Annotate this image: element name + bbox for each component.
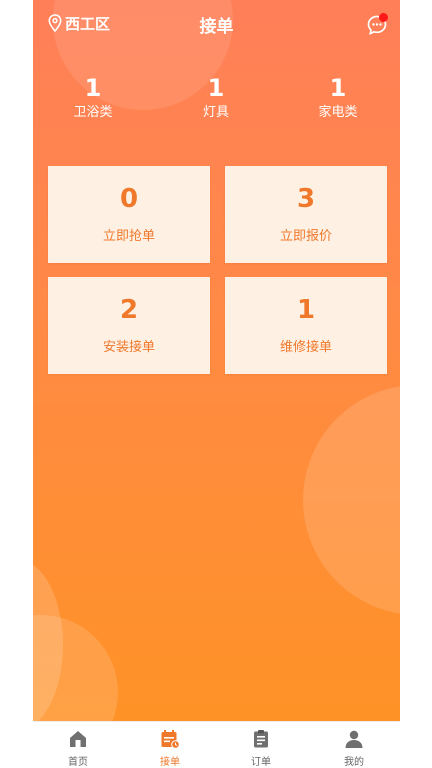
user-icon xyxy=(345,730,363,748)
tab-orders-take[interactable]: 接单 xyxy=(140,728,200,768)
tab-label: 订单 xyxy=(251,757,271,768)
tab-home[interactable]: 首页 xyxy=(48,728,108,768)
notification-dot xyxy=(379,13,388,22)
decor-circle xyxy=(303,385,400,615)
card-count: 0 xyxy=(119,184,139,214)
top-header: 西工区 接单 xyxy=(33,0,400,48)
clipboard-icon xyxy=(254,730,268,748)
page-title: 接单 xyxy=(199,17,234,37)
tab-mine[interactable]: 我的 xyxy=(324,728,384,768)
stat-lighting[interactable]: 1 灯具 xyxy=(171,74,261,122)
home-icon xyxy=(70,731,86,747)
stat-value: 1 xyxy=(84,74,102,102)
card-count: 2 xyxy=(119,295,139,325)
card-count: 3 xyxy=(296,184,316,214)
tab-label: 我的 xyxy=(344,757,364,768)
card-label: 维修接单 xyxy=(279,340,332,355)
card-label: 安装接单 xyxy=(102,340,155,355)
stat-label: 卫浴类 xyxy=(73,105,113,120)
stat-value: 1 xyxy=(207,74,225,102)
card-label: 立即报价 xyxy=(279,229,332,244)
card-quote-now[interactable]: 3 立即报价 xyxy=(225,166,387,263)
card-count: 1 xyxy=(296,295,316,325)
card-repair-orders[interactable]: 1 维修接单 xyxy=(225,277,387,374)
stat-label: 灯具 xyxy=(202,105,229,120)
tab-label: 首页 xyxy=(68,757,88,768)
decor-circle xyxy=(33,615,118,721)
calendar-clock-icon xyxy=(161,730,180,749)
tab-label: 接单 xyxy=(160,757,180,768)
stat-bathroom[interactable]: 1 卫浴类 xyxy=(48,74,138,122)
card-install-orders[interactable]: 2 安装接单 xyxy=(48,277,210,374)
stat-appliance[interactable]: 1 家电类 xyxy=(293,74,383,122)
category-stats: 1 卫浴类 1 灯具 1 家电类 xyxy=(33,74,400,124)
bottom-tab-bar: 首页 接单 订单 我的 xyxy=(33,721,400,768)
phone-screen: 西工区 接单 1 卫浴类 1 灯具 1 家电类 0 立即抢单 3 立即报价 2 … xyxy=(33,0,400,768)
stat-label: 家电类 xyxy=(318,105,358,120)
stat-value: 1 xyxy=(329,74,347,102)
tab-orders[interactable]: 订单 xyxy=(231,728,291,768)
card-label: 立即抢单 xyxy=(102,229,155,244)
card-grab-order[interactable]: 0 立即抢单 xyxy=(48,166,210,263)
